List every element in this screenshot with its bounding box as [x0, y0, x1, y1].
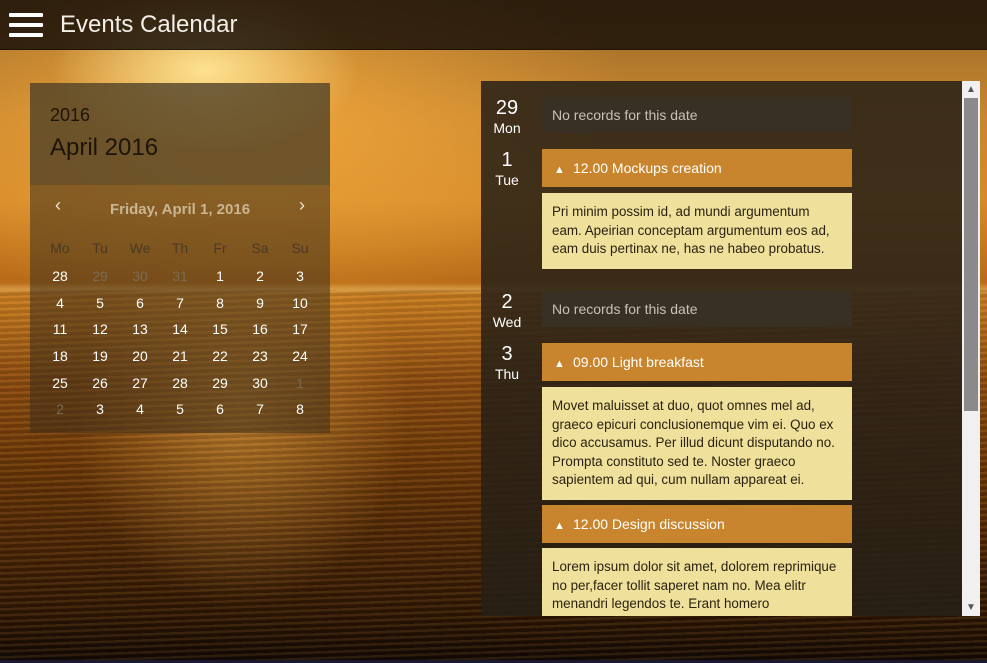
event-title: 09.00 Light breakfast	[573, 354, 704, 370]
scroll-down-icon[interactable]: ▼	[962, 599, 980, 616]
calendar-day[interactable]: 28	[160, 375, 200, 391]
calendar-day[interactable]: 29	[200, 375, 240, 391]
calendar-day[interactable]: 13	[120, 321, 160, 337]
weekday-header: We	[129, 240, 151, 256]
event-description: Pri minim possim id, ad mundi argumentum…	[542, 193, 852, 269]
scrollbar-thumb[interactable]	[964, 98, 978, 411]
calendar-week-row: 4 5 6 7 8 9 10	[40, 290, 320, 317]
calendar-day[interactable]: 7	[240, 401, 280, 417]
hamburger-icon[interactable]	[9, 11, 43, 39]
calendar-day[interactable]: 29	[80, 268, 120, 284]
weekday-header: Th	[171, 240, 189, 256]
weekday-header: Fr	[213, 240, 227, 256]
calendar-selected-date[interactable]: Friday, April 1, 2016	[110, 201, 250, 218]
calendar-day[interactable]: 10	[280, 295, 320, 311]
event-day-label: 2 Wed	[481, 291, 533, 331]
calendar-day[interactable]: 25	[40, 375, 80, 391]
calendar-day[interactable]: 15	[200, 321, 240, 337]
calendar-day[interactable]: 2	[240, 268, 280, 284]
event-day-label: 29 Mon	[481, 97, 533, 137]
event-day-label: 3 Thu	[481, 343, 533, 383]
event-day-number: 2	[501, 291, 513, 313]
calendar-day[interactable]: 26	[80, 375, 120, 391]
chevron-up-icon[interactable]: ▲	[554, 345, 568, 383]
weekday-header: Su	[291, 240, 309, 256]
calendar-day[interactable]: 6	[120, 295, 160, 311]
calendar-day[interactable]: 30	[240, 375, 280, 391]
calendar-day[interactable]: 11	[40, 321, 80, 337]
scroll-up-icon[interactable]: ▲	[962, 81, 980, 98]
event-title: 12.00 Design discussion	[573, 516, 725, 532]
calendar-week-row: 2345678	[40, 396, 320, 423]
calendar-day[interactable]: 30	[120, 268, 160, 284]
events-scrollbar[interactable]: ▲ ▼	[962, 81, 980, 616]
calendar-day[interactable]: 4	[120, 401, 160, 417]
calendar-day[interactable]: 24	[280, 348, 320, 364]
calendar-day[interactable]: 8	[200, 295, 240, 311]
calendar-week-row: 25 26 27 28 29 30 1	[40, 369, 320, 396]
calendar-week-row: 11 12 13 14 15 16 17	[40, 316, 320, 343]
event-description: Movet maluisset at duo, quot omnes mel a…	[542, 387, 852, 500]
calendar-day[interactable]: 28	[40, 268, 80, 284]
calendar-day[interactable]: 22	[200, 348, 240, 364]
event-header[interactable]: ▲ 12.00 Mockups creation	[542, 149, 852, 187]
calendar-day[interactable]: 4	[40, 295, 80, 311]
app-title: Events Calendar	[60, 10, 238, 38]
event-day-label: 1 Tue	[481, 149, 533, 189]
calendar-day[interactable]: 5	[80, 295, 120, 311]
chevron-left-icon[interactable]: ‹	[48, 194, 68, 216]
calendar-day[interactable]: 16	[240, 321, 280, 337]
calendar-day[interactable]: 21	[160, 348, 200, 364]
calendar-year[interactable]: 2016	[50, 105, 310, 126]
event-day-weekday: Wed	[492, 314, 522, 330]
calendar-day[interactable]: 9	[240, 295, 280, 311]
calendar-panel: 2016 April 2016 ‹ Friday, April 1, 2016 …	[30, 83, 330, 433]
event-day-weekday: Thu	[494, 366, 520, 382]
calendar-day[interactable]: 20	[120, 348, 160, 364]
calendar-header: 2016 April 2016	[30, 83, 330, 185]
chevron-up-icon[interactable]: ▲	[554, 507, 568, 545]
calendar-day[interactable]: 27	[120, 375, 160, 391]
calendar-month-title[interactable]: April 2016	[50, 134, 310, 162]
calendar-day[interactable]: 5	[160, 401, 200, 417]
chevron-up-icon[interactable]: ▲	[554, 151, 568, 189]
calendar-day[interactable]: 1	[280, 375, 320, 391]
event-title: 12.00 Mockups creation	[573, 160, 722, 176]
calendar-week-row: 18 19 20 21 22 23 24	[40, 343, 320, 370]
calendar-grid: Mo Tu We Th Fr Sa Su 28 29 30 31 1 2 3 4 5 6 7 8 9 10 11 12 13…	[30, 233, 330, 423]
event-day-weekday: Mon	[493, 120, 521, 136]
calendar-day[interactable]: 12	[80, 321, 120, 337]
event-day-number: 3	[501, 343, 513, 365]
calendar-day[interactable]: 6	[200, 401, 240, 417]
calendar-day[interactable]: 31	[160, 268, 200, 284]
calendar-day[interactable]: 3	[280, 268, 320, 284]
event-day-number: 29	[495, 97, 519, 119]
event-day-number: 1	[501, 149, 513, 171]
event-header[interactable]: ▲ 12.00 Design discussion	[542, 505, 852, 543]
event-day-weekday: Tue	[495, 172, 519, 188]
calendar-week-row: 28 29 30 31 1 2 3	[40, 263, 320, 290]
no-records-message: No records for this date	[542, 97, 852, 133]
calendar-day[interactable]: 18	[40, 348, 80, 364]
top-bar: Events Calendar	[0, 0, 987, 50]
weekday-header: Sa	[251, 240, 269, 256]
calendar-nav: ‹ Friday, April 1, 2016 ›	[30, 185, 330, 229]
weekday-header: Mo	[50, 240, 70, 256]
event-header[interactable]: ▲ 09.00 Light breakfast	[542, 343, 852, 381]
chevron-right-icon[interactable]: ›	[292, 194, 312, 216]
event-description: Lorem ipsum dolor sit amet, dolorem repr…	[542, 548, 852, 616]
calendar-day[interactable]: 19	[80, 348, 120, 364]
calendar-day[interactable]: 23	[240, 348, 280, 364]
calendar-day[interactable]: 2	[40, 401, 80, 417]
weekday-header: Tu	[92, 240, 108, 256]
calendar-day[interactable]: 1	[200, 268, 240, 284]
no-records-message: No records for this date	[542, 291, 852, 327]
calendar-day[interactable]: 7	[160, 295, 200, 311]
events-list: 29 Mon No records for this date 1 Tue ▲ 12.00 …	[481, 81, 962, 616]
calendar-weekday-row: Mo Tu We Th Fr Sa Su	[40, 233, 320, 263]
calendar-day[interactable]: 3	[80, 401, 120, 417]
calendar-day[interactable]: 14	[160, 321, 200, 337]
calendar-day[interactable]: 17	[280, 321, 320, 337]
calendar-day[interactable]: 8	[280, 401, 320, 417]
